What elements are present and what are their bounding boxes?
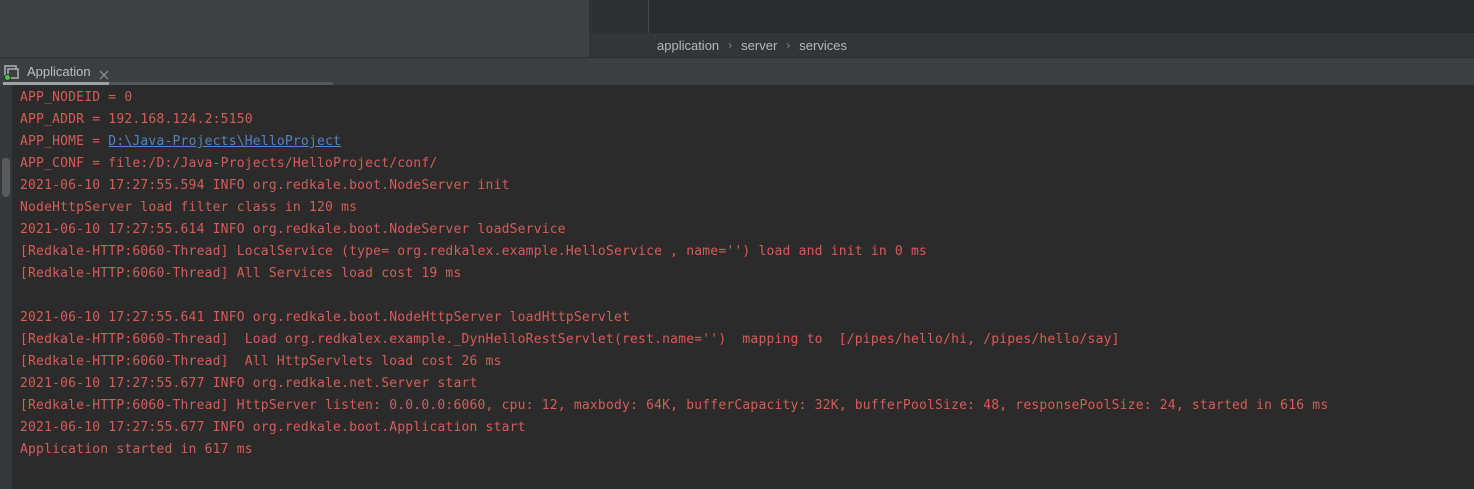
ide-window: application › server › services Applicat… <box>0 0 1474 489</box>
console-line: 2021-06-10 17:27:55.614 INFO org.redkale… <box>20 219 1474 241</box>
console-line <box>20 285 1474 307</box>
console-line: [Redkale-HTTP:6060-Thread] Load org.redk… <box>20 329 1474 351</box>
running-indicator-dot <box>4 74 11 81</box>
console-output: APP_NODEID = 0APP_ADDR = 192.168.124.2:5… <box>12 85 1474 489</box>
console-line: [Redkale-HTTP:6060-Thread] All Services … <box>20 263 1474 285</box>
console-line: APP_HOME = D:\Java-Projects\HelloProject <box>20 131 1474 153</box>
tab-label: Application <box>27 64 91 79</box>
console-line-prefix: APP_HOME = <box>20 134 108 149</box>
console-line: 2021-06-10 17:27:55.677 INFO org.redkale… <box>20 417 1474 439</box>
console-line: APP_CONF = file:/D:/Java-Projects/HelloP… <box>20 153 1474 175</box>
console-line: 2021-06-10 17:27:55.677 INFO org.redkale… <box>20 373 1474 395</box>
console-line: 2021-06-10 17:27:55.641 INFO org.redkale… <box>20 307 1474 329</box>
console-line: Application started in 617 ms <box>20 439 1474 461</box>
close-icon[interactable] <box>99 67 109 77</box>
run-toolwindow-tab-bar: Application <box>0 57 1474 85</box>
breadcrumb-item-application[interactable]: application <box>657 38 719 53</box>
chevron-right-icon: › <box>786 38 790 52</box>
breadcrumb: application › server › services <box>589 33 1474 57</box>
editor-area: application › server › services <box>0 0 1474 57</box>
tab-application[interactable]: Application <box>0 58 119 85</box>
scrollbar-thumb[interactable] <box>2 158 10 197</box>
console-icon <box>4 64 20 80</box>
console-line: [Redkale-HTTP:6060-Thread] LocalService … <box>20 241 1474 263</box>
breadcrumb-item-services[interactable]: services <box>799 38 847 53</box>
console-line: 2021-06-10 17:27:55.594 INFO org.redkale… <box>20 175 1474 197</box>
editor-pane-top <box>589 0 1474 33</box>
chevron-right-icon: › <box>728 38 732 52</box>
console-panel: APP_NODEID = 0APP_ADDR = 192.168.124.2:5… <box>0 85 1474 489</box>
breadcrumb-item-server[interactable]: server <box>741 38 777 53</box>
console-line: APP_ADDR = 192.168.124.2:5150 <box>20 109 1474 131</box>
console-gutter <box>0 85 12 489</box>
file-link[interactable]: D:\Java-Projects\HelloProject <box>108 134 341 149</box>
editor-pane-left <box>0 0 589 57</box>
console-line: NodeHttpServer load filter class in 120 … <box>20 197 1474 219</box>
console-line: [Redkale-HTTP:6060-Thread] HttpServer li… <box>20 395 1474 417</box>
editor-split-divider <box>648 0 1474 33</box>
console-line: [Redkale-HTTP:6060-Thread] All HttpServl… <box>20 351 1474 373</box>
editor-pane-right: application › server › services <box>589 0 1474 57</box>
console-line: APP_NODEID = 0 <box>20 87 1474 109</box>
